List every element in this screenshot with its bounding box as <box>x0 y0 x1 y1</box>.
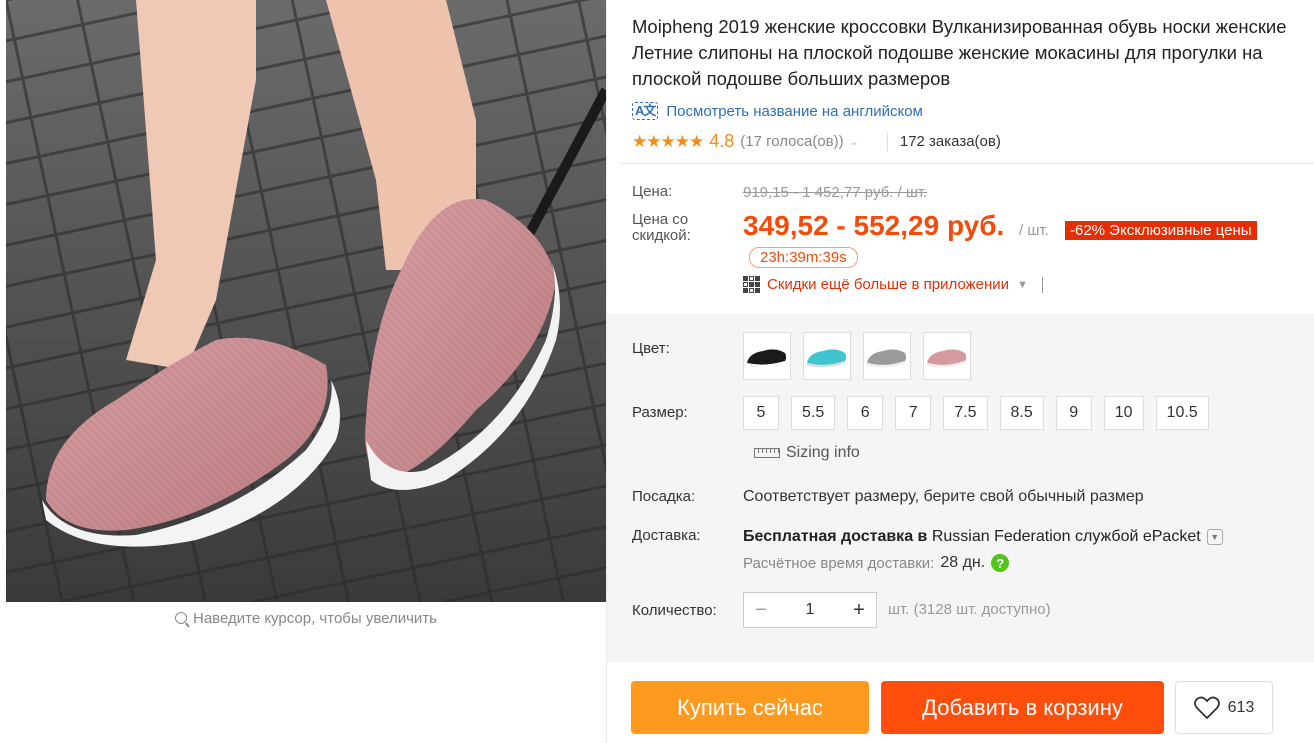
app-promo[interactable]: Скидки ещё больше в приложении ▼ <box>743 276 1043 293</box>
quantity-available: шт. (3128 шт. доступно) <box>888 601 1051 618</box>
sizing-info-text: Sizing info <box>786 444 860 461</box>
translate-icon: A文 <box>632 102 659 120</box>
color-label: Цвет: <box>632 340 670 357</box>
app-promo-text: Скидки ещё больше в приложении <box>767 276 1010 293</box>
eta-days: 28 дн. <box>940 554 986 571</box>
size-option[interactable]: 7.5 <box>943 396 988 430</box>
heart-icon <box>1193 696 1220 719</box>
size-option[interactable]: 10 <box>1103 396 1144 430</box>
rating-row: ★★★★★ 4.8 (17 голоса(ов)) ⌄ 172 заказа(о… <box>632 131 1001 152</box>
discount-badge: -62% Эксклюзивные цены <box>1065 221 1257 240</box>
delivery-eta: Расчётное время доставки: 28 дн. ? <box>743 554 1010 572</box>
quantity-label: Количество: <box>632 602 717 619</box>
size-option[interactable]: 6 <box>847 396 884 430</box>
sizing-info-link[interactable]: Sizing info <box>754 444 860 462</box>
caret-down-icon: ▼ <box>1017 278 1028 291</box>
color-swatch-pink[interactable] <box>923 332 971 380</box>
wishlist-count: 613 <box>1227 698 1255 716</box>
original-price: 919,15 - 1 452,77 руб. / шт. <box>743 184 928 201</box>
rating-value: 4.8 <box>709 131 735 151</box>
size-label: Размер: <box>632 404 688 421</box>
divider <box>886 132 888 151</box>
color-swatch-cyan[interactable] <box>803 332 851 380</box>
quantity-increase-button[interactable]: + <box>842 593 876 627</box>
help-icon[interactable]: ? <box>991 554 1010 572</box>
color-swatch-black[interactable] <box>743 332 791 380</box>
divider <box>620 163 1314 164</box>
size-option[interactable]: 9 <box>1055 396 1092 430</box>
countdown-timer: 23h:39m:39s <box>749 247 858 268</box>
fit-text: Соответствует размеру, берите свой обычн… <box>743 488 1144 505</box>
size-options: 5 5.5 6 7 7.5 8.5 9 10 10.5 <box>743 396 1209 430</box>
fit-label: Посадка: <box>632 488 696 505</box>
color-swatches <box>743 332 971 380</box>
sale-price: 349,52 - 552,29 руб. <box>743 210 1005 241</box>
color-swatch-gray[interactable] <box>863 332 911 380</box>
size-option[interactable]: 10.5 <box>1155 396 1209 430</box>
shipping-free: Бесплатная доставка в <box>743 528 928 545</box>
product-title: Moipheng 2019 женские кроссовки Вулканиз… <box>632 16 1287 89</box>
size-option[interactable]: 8.5 <box>999 396 1044 430</box>
product-main-image[interactable] <box>6 0 606 602</box>
shipping-info: Бесплатная доставка в Russian Federation… <box>743 528 1223 546</box>
divider <box>1041 276 1043 293</box>
per-unit: / шт. <box>1019 222 1049 239</box>
chevron-down-icon[interactable]: ▼ <box>1206 529 1223 545</box>
translate-link-text: Посмотреть название на английском <box>666 102 923 120</box>
zoom-hint-text: Наведите курсор, чтобы увеличить <box>193 610 437 627</box>
qr-code-icon <box>743 276 760 293</box>
translate-link[interactable]: A文 Посмотреть название на английском <box>632 102 923 120</box>
ruler-icon <box>754 448 780 458</box>
chevron-down-icon[interactable]: ⌄ <box>850 135 859 148</box>
star-rating-icon: ★★★★★ <box>632 131 704 151</box>
shipping-destination: Russian Federation службой ePacket <box>927 528 1201 545</box>
shipping-label: Доставка: <box>632 527 701 544</box>
price-label: Цена: <box>632 183 673 200</box>
quantity-decrease-button[interactable]: − <box>744 593 778 627</box>
search-icon <box>175 612 187 624</box>
quantity-stepper: − 1 + <box>743 592 877 628</box>
size-option[interactable]: 7 <box>895 396 932 430</box>
orders-count: 172 заказа(ов) <box>899 133 1001 150</box>
add-to-cart-button[interactable]: Добавить в корзину <box>881 681 1164 734</box>
votes-count[interactable]: (17 голоса(ов)) <box>740 133 843 150</box>
buy-now-button[interactable]: Купить сейчас <box>631 681 869 734</box>
size-option[interactable]: 5.5 <box>791 396 836 430</box>
zoom-hint: Наведите курсор, чтобы увеличить <box>6 610 606 627</box>
sale-price-label: Цена со скидкой: <box>632 211 691 244</box>
wishlist-button[interactable]: 613 <box>1175 681 1273 734</box>
quantity-input[interactable]: 1 <box>778 601 842 619</box>
size-option[interactable]: 5 <box>743 396 779 430</box>
eta-label: Расчётное время доставки: <box>743 554 935 572</box>
